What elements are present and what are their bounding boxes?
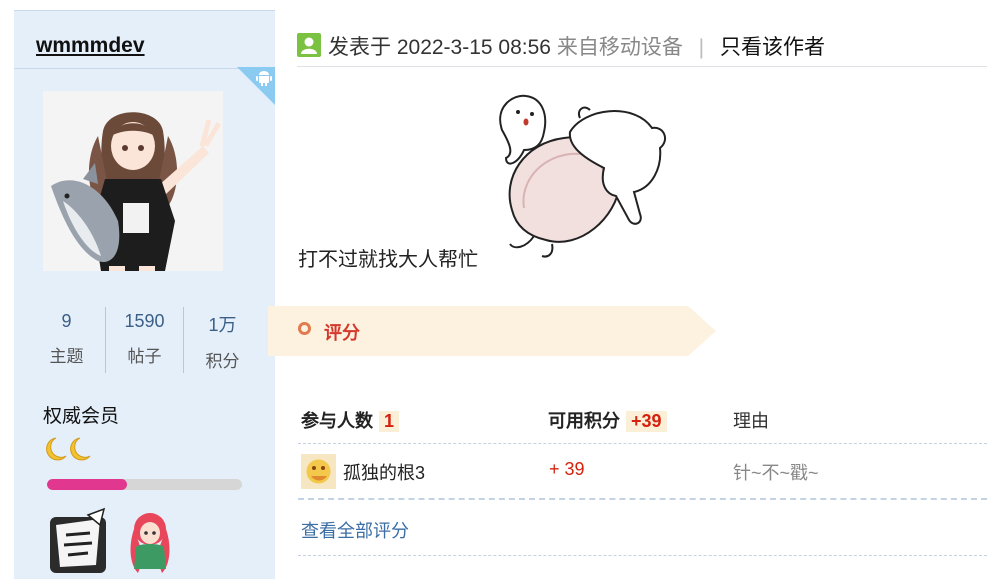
divider	[14, 68, 275, 69]
level-progress-bar	[47, 479, 242, 490]
points-total: +39	[626, 411, 667, 432]
stat-value: 1590	[124, 311, 165, 331]
stat-label: 主题	[49, 347, 84, 366]
rater-name-link[interactable]: 孤独的根3	[343, 459, 425, 485]
rater-avatar[interactable]	[301, 454, 336, 489]
rating-table: 参与人数 1 可用积分 +39 理由 孤独的根3 + 39 针~不~戳~ 查看全部评…	[298, 395, 987, 556]
reason-header: 理由	[733, 411, 769, 431]
stat-label: 帖子	[127, 347, 162, 366]
post-device: 来自移动设备	[556, 36, 683, 59]
post-header: 发表于 2022-3-15 08:56 来自移动设备 | 只看该作者	[297, 30, 987, 66]
poster-online-icon	[297, 33, 321, 57]
rater-reason: 针~不~戳~	[733, 463, 819, 483]
points-header: 可用积分 +39	[548, 407, 667, 433]
stat-threads[interactable]: 9 主题	[28, 307, 105, 373]
username-link[interactable]: wmmmdev	[36, 34, 145, 58]
avatar-illustration	[43, 91, 223, 271]
user-group-title[interactable]: 权威会员	[43, 401, 119, 428]
header-divider	[297, 66, 987, 67]
meta-separator: |	[698, 36, 705, 59]
rate-circle-icon	[298, 322, 311, 335]
post-datetime: 2022-3-15 08:56	[396, 36, 551, 59]
stat-value: 1万	[208, 315, 237, 335]
post-body-text: 打不过就找大人帮忙	[298, 249, 478, 271]
table-row: 孤独的根3 + 39 针~不~戳~	[298, 444, 987, 500]
stat-label: 积分	[205, 352, 240, 371]
stat-value: 9	[61, 311, 72, 331]
participants-count: 1	[379, 411, 400, 432]
rating-table-header: 参与人数 1 可用积分 +39 理由	[298, 395, 987, 444]
points-label: 可用积分	[548, 411, 620, 431]
moon-level-icon	[46, 437, 91, 461]
user-sidebar: wmmmdev 9 主题 1590 帖子 1万 积分 权威会员	[14, 10, 275, 579]
rating-table-footer: 查看全部评分	[298, 500, 987, 556]
only-author-link[interactable]: 只看该作者	[720, 36, 825, 59]
stat-points[interactable]: 1万 积分	[184, 307, 261, 373]
android-icon	[256, 71, 272, 86]
post-sticker-image[interactable]	[484, 88, 674, 260]
posted-label: 发表于	[328, 36, 391, 59]
level-progress-fill	[47, 479, 127, 490]
user-stats: 9 主题 1590 帖子 1万 积分	[28, 307, 258, 373]
rater-score: + 39	[549, 459, 585, 479]
medal-badge-2[interactable]	[120, 507, 182, 577]
participants-label: 参与人数	[301, 411, 373, 431]
view-all-ratings-link[interactable]: 查看全部评分	[301, 517, 409, 543]
rating-title[interactable]: 评分	[324, 319, 360, 345]
user-avatar[interactable]	[43, 91, 223, 271]
post-meta: 发表于 2022-3-15 08:56 来自移动设备 | 只看该作者	[328, 31, 825, 61]
participants-header: 参与人数 1	[301, 407, 400, 433]
medal-badge-1[interactable]	[48, 507, 110, 577]
stat-posts[interactable]: 1590 帖子	[106, 307, 183, 373]
